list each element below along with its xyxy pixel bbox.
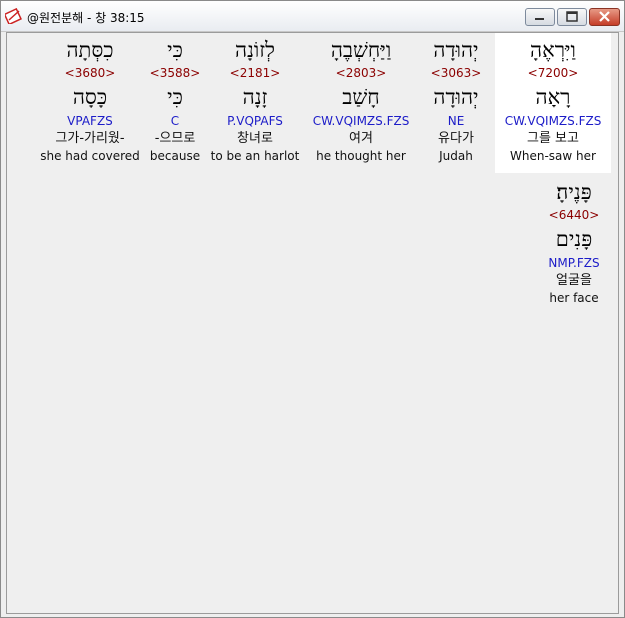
hebrew-lemma: כָּסָה bbox=[72, 85, 108, 109]
parsing-code: VPAFZS bbox=[67, 114, 113, 128]
maximize-icon bbox=[566, 11, 578, 22]
maximize-button[interactable] bbox=[557, 8, 587, 26]
korean-gloss: 그가-가리웠- bbox=[55, 131, 125, 146]
hebrew-word: פָּנֶיהָ׃ bbox=[556, 180, 592, 204]
strong-number[interactable]: <3680> bbox=[32, 65, 148, 82]
strong-number[interactable]: <6440> bbox=[516, 207, 625, 224]
korean-gloss: 얼굴을 bbox=[556, 273, 592, 288]
hebrew-word: כִסְּתָה bbox=[66, 38, 114, 62]
close-button[interactable] bbox=[589, 8, 620, 26]
korean-gloss: 여겨 bbox=[349, 131, 373, 146]
hebrew-lemma: פָּנִים bbox=[555, 227, 593, 251]
parsing-code: NMP.FZS bbox=[548, 256, 600, 270]
english-gloss: she had covered bbox=[40, 149, 140, 163]
close-icon bbox=[599, 11, 610, 22]
strong-number[interactable]: <2803> bbox=[303, 65, 419, 82]
hebrew-lemma: חָשַׁב bbox=[342, 85, 380, 109]
app-window: @원전분해 - 창 38:15 וַיִּרְאֶהָ <7200> רָאָה… bbox=[0, 0, 625, 618]
english-gloss: her face bbox=[549, 291, 599, 305]
parsing-code: CW.VQIMZS.FZS bbox=[312, 114, 410, 128]
title-bar[interactable]: @원전분해 - 창 38:15 bbox=[1, 1, 624, 32]
minimize-icon bbox=[535, 18, 544, 20]
minimize-button[interactable] bbox=[525, 8, 555, 26]
app-icon bbox=[5, 8, 22, 24]
word-column[interactable]: כִסְּתָה <3680> כָּסָה VPAFZS 그가-가리웠- sh… bbox=[32, 35, 148, 164]
window-title: @원전분해 - 창 38:15 bbox=[27, 11, 145, 25]
english-gloss: he thought her bbox=[316, 149, 406, 163]
word-column[interactable]: וַיַּחְשְׁבֶהָ <2803> חָשַׁב CW.VQIMZS.F… bbox=[303, 35, 419, 164]
hebrew-word: וַיַּחְשְׁבֶהָ bbox=[330, 38, 392, 62]
word-column[interactable]: פָּנֶיהָ׃ <6440> פָּנִים NMP.FZS 얼굴을 her… bbox=[516, 177, 625, 306]
